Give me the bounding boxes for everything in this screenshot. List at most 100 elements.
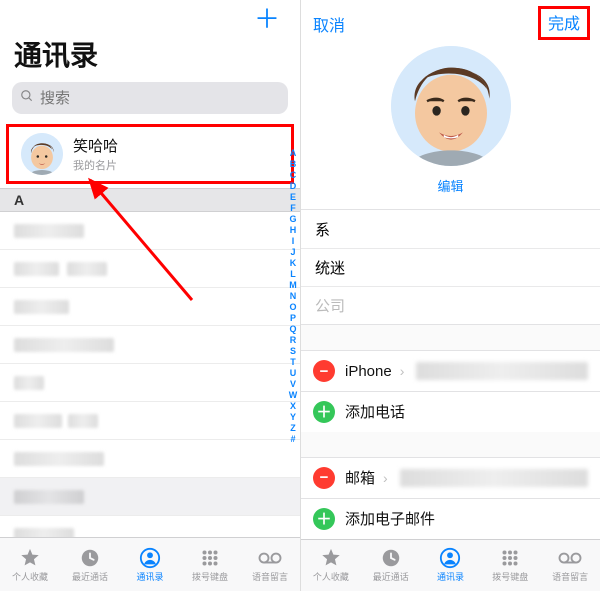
contacts-icon bbox=[438, 547, 462, 569]
tab-recents[interactable]: 最近通话 bbox=[60, 538, 120, 591]
add-phone-row[interactable]: ＋ 添加电话 bbox=[301, 391, 600, 432]
recents-icon bbox=[78, 547, 102, 569]
index-letter[interactable]: E bbox=[287, 192, 299, 203]
list-item[interactable] bbox=[0, 402, 300, 440]
list-item[interactable] bbox=[0, 440, 300, 478]
add-contact-icon[interactable]: ＋ bbox=[254, 6, 280, 32]
index-letter[interactable]: H bbox=[287, 225, 299, 236]
index-letter[interactable]: P bbox=[287, 313, 299, 324]
index-letter[interactable]: O bbox=[287, 302, 299, 313]
my-card-subtitle: 我的名片 bbox=[73, 157, 118, 173]
index-letter[interactable]: W bbox=[287, 390, 299, 401]
first-name-value: 系 bbox=[315, 219, 330, 240]
last-name-value: 统迷 bbox=[315, 257, 345, 278]
alpha-index[interactable]: ABCDEFGHIJKLMNOPQRSTUVWXYZ# bbox=[287, 148, 299, 445]
done-button[interactable]: 完成 bbox=[538, 6, 590, 40]
email-type-label[interactable]: 邮箱 bbox=[345, 467, 375, 488]
tab-voicemail[interactable]: 语音留言 bbox=[540, 540, 600, 591]
index-letter[interactable]: T bbox=[287, 357, 299, 368]
tab-keypad[interactable]: 拨号键盘 bbox=[180, 538, 240, 591]
add-email-label: 添加电子邮件 bbox=[345, 508, 435, 529]
add-email-row[interactable]: ＋ 添加电子邮件 bbox=[301, 498, 600, 539]
phone-value-blurred bbox=[416, 362, 588, 380]
tab-recents[interactable]: 最近通话 bbox=[361, 540, 421, 591]
tab-keypad[interactable]: 拨号键盘 bbox=[480, 540, 540, 591]
remove-icon[interactable]: − bbox=[313, 467, 335, 489]
keypad-icon bbox=[198, 547, 222, 569]
tab-contacts[interactable]: 通讯录 bbox=[421, 540, 481, 591]
index-letter[interactable]: C bbox=[287, 170, 299, 181]
index-letter[interactable]: B bbox=[287, 159, 299, 170]
add-phone-label: 添加电话 bbox=[345, 401, 405, 422]
index-letter[interactable]: L bbox=[287, 269, 299, 280]
index-letter[interactable]: Q bbox=[287, 324, 299, 335]
last-name-field[interactable]: 统迷 bbox=[301, 248, 600, 286]
email-value-blurred bbox=[400, 469, 588, 487]
edit-photo-button[interactable]: 编辑 bbox=[437, 176, 463, 195]
edit-contact-screen: 取消 完成 编辑 系 统 bbox=[300, 0, 600, 591]
recents-icon bbox=[379, 547, 403, 569]
list-item[interactable] bbox=[0, 288, 300, 326]
contacts-icon bbox=[138, 547, 162, 569]
tab-label: 个人收藏 bbox=[313, 570, 349, 583]
list-item[interactable] bbox=[0, 326, 300, 364]
index-letter[interactable]: Z bbox=[287, 423, 299, 434]
remove-icon[interactable]: − bbox=[313, 360, 335, 382]
tab-favorites[interactable]: 个人收藏 bbox=[301, 540, 361, 591]
search-field[interactable] bbox=[12, 82, 288, 114]
index-letter[interactable]: N bbox=[287, 291, 299, 302]
tab-voicemail[interactable]: 语音留言 bbox=[240, 538, 300, 591]
tab-label: 语音留言 bbox=[552, 570, 588, 583]
index-letter[interactable]: S bbox=[287, 346, 299, 357]
tab-favorites[interactable]: 个人收藏 bbox=[0, 538, 60, 591]
phone-type-label[interactable]: iPhone bbox=[345, 363, 392, 380]
favorites-icon bbox=[18, 547, 42, 569]
tab-contacts[interactable]: 通讯录 bbox=[120, 538, 180, 591]
tab-bar: 个人收藏 最近通话 通讯录 拨号键盘 语音留言 bbox=[301, 539, 600, 591]
list-item[interactable] bbox=[0, 478, 300, 516]
index-letter[interactable]: G bbox=[287, 214, 299, 225]
company-field[interactable]: 公司 bbox=[301, 286, 600, 324]
list-item[interactable] bbox=[0, 516, 300, 537]
index-letter[interactable]: F bbox=[287, 203, 299, 214]
voicemail-icon bbox=[258, 547, 282, 569]
tab-label: 通讯录 bbox=[437, 570, 464, 583]
favorites-icon bbox=[319, 547, 343, 569]
index-letter[interactable]: J bbox=[287, 247, 299, 258]
list-item[interactable] bbox=[0, 212, 300, 250]
chevron-right-icon: › bbox=[383, 470, 388, 486]
add-icon[interactable]: ＋ bbox=[313, 401, 335, 423]
index-letter[interactable]: K bbox=[287, 258, 299, 269]
keypad-icon bbox=[498, 547, 522, 569]
contacts-screen: ＋ 通讯录 笑哈哈 bbox=[0, 0, 300, 591]
search-icon bbox=[20, 89, 34, 107]
tab-label: 通讯录 bbox=[136, 570, 163, 583]
search-input[interactable] bbox=[40, 90, 280, 107]
tab-label: 语音留言 bbox=[252, 570, 288, 583]
index-letter[interactable]: V bbox=[287, 379, 299, 390]
tab-label: 个人收藏 bbox=[12, 570, 48, 583]
my-card-row[interactable]: 笑哈哈 我的名片 bbox=[6, 124, 294, 184]
index-letter[interactable]: X bbox=[287, 401, 299, 412]
index-letter[interactable]: # bbox=[287, 434, 299, 445]
index-letter[interactable]: I bbox=[287, 236, 299, 247]
phone-row[interactable]: − iPhone › bbox=[301, 350, 600, 391]
cancel-button[interactable]: 取消 bbox=[313, 12, 345, 36]
tab-bar: 个人收藏 最近通话 通讯录 拨号键盘 语音留言 bbox=[0, 537, 300, 591]
index-letter[interactable]: U bbox=[287, 368, 299, 379]
voicemail-icon bbox=[558, 547, 582, 569]
list-item[interactable] bbox=[0, 250, 300, 288]
email-row[interactable]: − 邮箱 › bbox=[301, 457, 600, 498]
index-letter[interactable]: M bbox=[287, 280, 299, 291]
first-name-field[interactable]: 系 bbox=[301, 210, 600, 248]
avatar-large[interactable] bbox=[391, 46, 511, 166]
index-letter[interactable]: D bbox=[287, 181, 299, 192]
chevron-right-icon: › bbox=[400, 363, 405, 379]
section-header-a: A bbox=[0, 188, 300, 212]
add-icon[interactable]: ＋ bbox=[313, 508, 335, 530]
list-item[interactable] bbox=[0, 364, 300, 402]
index-letter[interactable]: R bbox=[287, 335, 299, 346]
index-letter[interactable]: Y bbox=[287, 412, 299, 423]
contacts-list[interactable] bbox=[0, 212, 300, 537]
index-letter[interactable]: A bbox=[287, 148, 299, 159]
